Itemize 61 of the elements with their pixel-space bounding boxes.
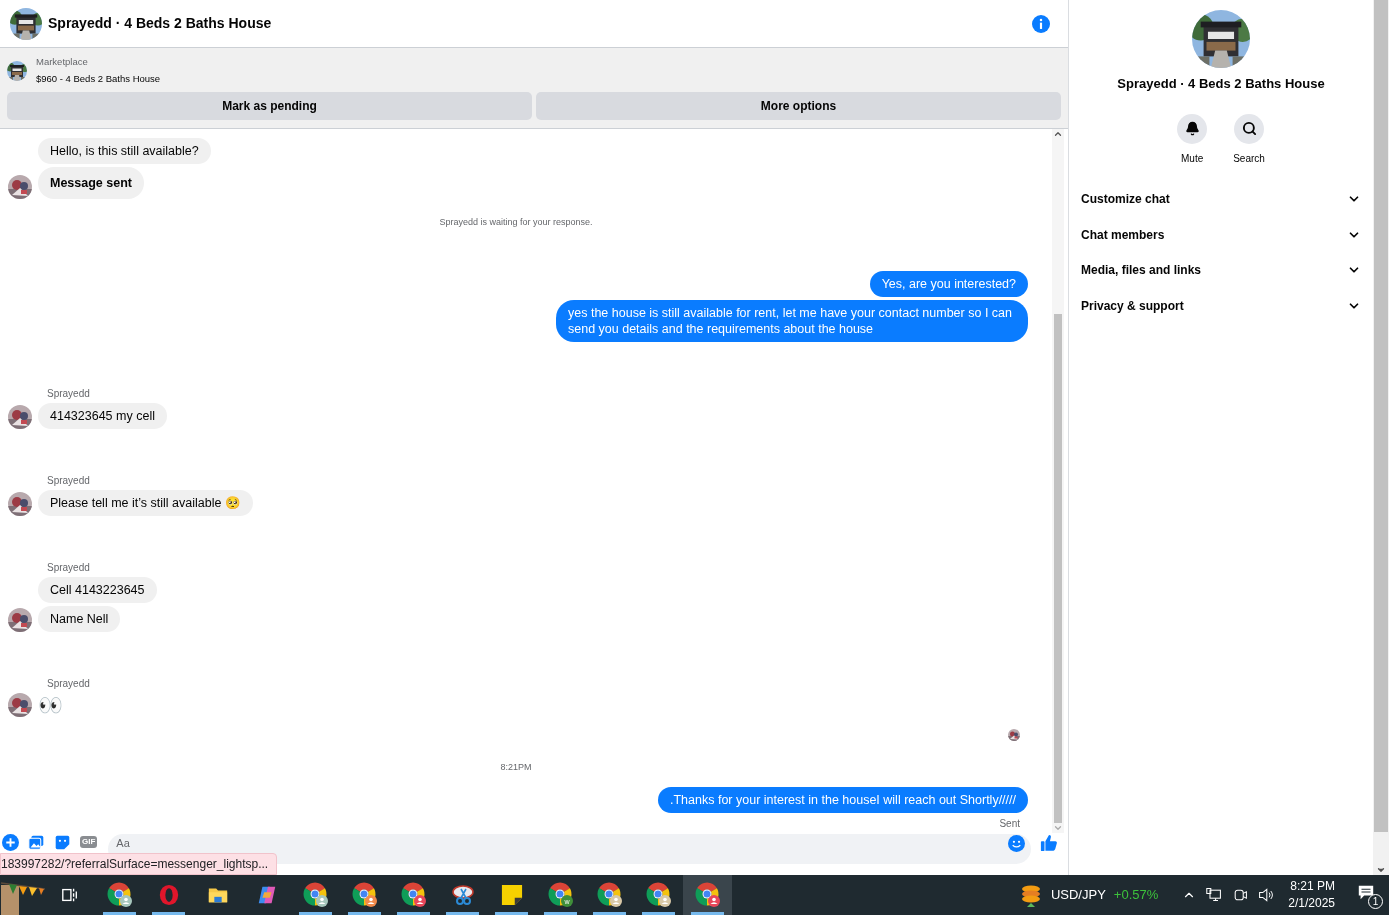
listing-action-button[interactable]: More options (536, 91, 1061, 120)
listing-title: $960 - 4 Beds 2 Baths House (36, 72, 161, 87)
search-icon (1241, 121, 1257, 136)
bell-icon (1184, 121, 1200, 136)
message-bubble: Name Nell (38, 606, 121, 632)
message-bubble: 414323645 my cell (38, 403, 167, 429)
panel-section[interactable]: Chat members (1081, 217, 1361, 253)
plus-icon[interactable] (2, 834, 19, 851)
message-bubble: Hello, is this still available? (38, 137, 211, 164)
browser-icon (351, 882, 378, 908)
panel-section[interactable]: Customize chat (1081, 181, 1361, 217)
opera-icon (157, 884, 180, 906)
thumbs-up-icon[interactable] (1040, 834, 1058, 852)
message-bubble: Please tell me it’s still available 🥺 (38, 490, 253, 516)
scissors-icon (450, 883, 475, 907)
conversation-name: Sprayedd · 4 Beds 2 Baths House (1117, 75, 1325, 93)
url-tooltip: 183997282/?referralSurface=messenger_lightsp... (0, 853, 278, 875)
status-notice: Sprayedd is waiting for your response. (439, 215, 593, 229)
browser-icon (106, 882, 133, 908)
clock-time: 8:21 PM (1290, 878, 1335, 895)
speaker-icon[interactable] (1258, 887, 1275, 903)
sender-name: Sprayedd (47, 387, 91, 401)
delivery-status: Sent (999, 816, 1020, 831)
ticker-symbol: USD/JPY (1050, 886, 1106, 905)
info-icon[interactable] (1032, 14, 1050, 33)
scrollbar[interactable] (1052, 128, 1064, 833)
message-bubble: Cell 4143223645 (38, 577, 157, 603)
taskbar-item[interactable] (683, 875, 732, 915)
sender-name: Sprayedd (47, 561, 91, 575)
clock-date: 2/1/2025 (1288, 895, 1335, 912)
emoji-message: 👀 (38, 693, 63, 717)
notification-count: 1 (1368, 894, 1383, 909)
chat-title: Sprayedd · 4 Beds 2 Baths House (48, 14, 272, 33)
panel-section[interactable]: Media, files and links (1081, 252, 1361, 288)
ticker-change: +0.57% (1113, 886, 1159, 905)
message-bubble: Message sent (38, 166, 144, 199)
browser-icon (645, 882, 672, 908)
message-input[interactable]: Aa (116, 835, 1008, 851)
sender-name: Sprayedd (47, 677, 91, 691)
page-scrollbar[interactable] (1373, 0, 1389, 875)
message-bubble: .Thanks for your interest in the houseI will reach out Shortly///// (658, 786, 1028, 813)
panel-section[interactable]: Privacy & support (1081, 288, 1361, 324)
camera-icon[interactable] (1232, 887, 1249, 903)
notification-icon[interactable] (1357, 883, 1375, 901)
sender-name: Sprayedd (47, 474, 91, 488)
clock[interactable]: 8:21 PM 2/1/2025 (1288, 878, 1335, 912)
listing-action-button[interactable]: Mark as pending (7, 91, 532, 120)
image-icon[interactable] (28, 834, 45, 851)
browser-icon (400, 882, 427, 908)
timestamp: 8:21PM (500, 761, 532, 774)
sticky-note-icon (500, 884, 523, 906)
listing-source: Marketplace (36, 55, 89, 69)
browser-icon (302, 882, 329, 908)
monitor-icon[interactable] (1206, 887, 1223, 903)
browser-icon (694, 882, 721, 908)
emoji-icon[interactable] (1008, 835, 1025, 852)
sticker-icon[interactable] (54, 834, 71, 851)
message-bubble: yes the house is still available for rent, let me have your contact number so I can send you details and the requirements about the house (556, 300, 1028, 342)
browser-icon (596, 882, 623, 908)
task-view-icon (61, 886, 79, 904)
message-bubble: Yes, are you interested? (869, 271, 1028, 297)
